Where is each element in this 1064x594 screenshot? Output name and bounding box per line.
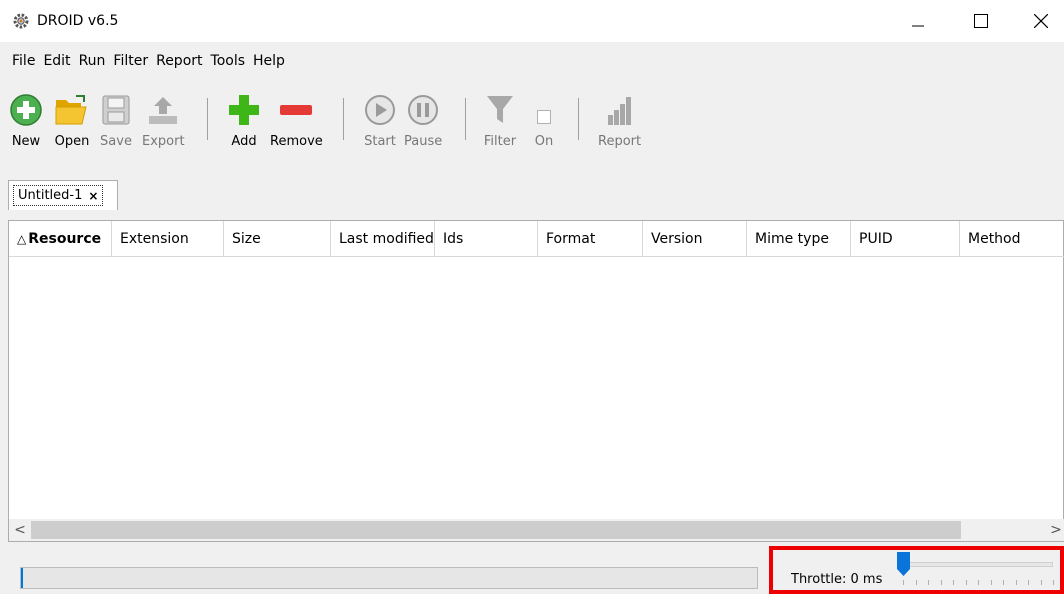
minimize-icon — [912, 25, 924, 27]
results-table: △ Resource Extension Size Last modified I… — [8, 220, 1064, 542]
remove-button[interactable]: Remove — [270, 90, 323, 149]
column-header-version[interactable]: Version — [643, 221, 747, 257]
slider-tick — [990, 580, 992, 585]
slider-tick — [978, 580, 979, 585]
filter-on-checkbox[interactable]: On — [526, 90, 562, 149]
tab-label: Untitled-1 — [18, 188, 83, 203]
export-icon — [145, 90, 181, 130]
horizontal-scrollbar[interactable]: < > — [9, 519, 1064, 541]
slider-tick — [1040, 580, 1042, 585]
slider-tick — [1003, 580, 1004, 585]
menu-filter[interactable]: Filter — [109, 50, 152, 72]
filter-button[interactable]: Filter — [482, 90, 518, 149]
plus-icon — [226, 90, 262, 130]
minimize-button[interactable] — [895, 0, 941, 42]
toolbar-separator — [465, 98, 466, 140]
throttle-slider-thumb[interactable] — [897, 552, 910, 577]
new-icon — [8, 90, 44, 130]
checkbox-icon — [526, 90, 562, 130]
gear-icon — [12, 12, 30, 30]
slider-tick — [953, 580, 954, 585]
toolbar-separator — [578, 98, 579, 140]
column-header-ids[interactable]: Ids — [435, 221, 538, 257]
slider-tick — [965, 580, 967, 585]
slider-tick — [940, 580, 942, 585]
slider-tick — [903, 580, 904, 585]
menu-report[interactable]: Report — [152, 50, 206, 72]
folder-open-icon — [54, 90, 90, 130]
slider-tick — [915, 580, 917, 585]
menu-help[interactable]: Help — [249, 50, 289, 72]
progress-fill — [21, 568, 23, 588]
menu-bar: File Edit Run Filter Report Tools Help — [0, 50, 289, 72]
pause-button[interactable]: Pause — [404, 90, 442, 149]
menu-file[interactable]: File — [8, 50, 39, 72]
start-button[interactable]: Start — [362, 90, 398, 149]
add-button[interactable]: Add — [226, 90, 262, 149]
progress-bar — [20, 567, 758, 589]
pause-icon — [405, 90, 441, 130]
save-icon — [98, 90, 134, 130]
scroll-thumb[interactable] — [31, 521, 961, 539]
column-header-last-modified[interactable]: Last modified — [331, 221, 435, 257]
column-header-resource[interactable]: △ Resource — [9, 221, 112, 257]
scroll-right-button[interactable]: > — [1045, 519, 1064, 541]
toolbar-separator — [343, 98, 344, 140]
scroll-left-button[interactable]: < — [9, 519, 31, 541]
throttle-highlight: Throttle: 0 ms — [769, 546, 1064, 594]
filter-icon — [482, 90, 518, 130]
column-header-extension[interactable]: Extension — [112, 221, 224, 257]
tab-label-container: Untitled-1 × — [13, 185, 104, 206]
close-button[interactable] — [1018, 0, 1064, 42]
toolbar: New Open Save Export Add Remove Start Pa… — [0, 90, 1064, 160]
close-icon — [1034, 14, 1048, 28]
slider-tick — [1015, 580, 1017, 585]
throttle-slider-track[interactable] — [903, 562, 1053, 567]
menu-tools[interactable]: Tools — [207, 50, 250, 72]
new-button[interactable]: New — [8, 90, 44, 149]
title-bar: DROID v6.5 — [0, 0, 1064, 42]
table-header: △ Resource Extension Size Last modified I… — [9, 221, 1064, 257]
throttle-label: Throttle: 0 ms — [791, 572, 883, 587]
maximize-button[interactable] — [958, 0, 1004, 42]
window-title: DROID v6.5 — [37, 13, 119, 29]
menu-edit[interactable]: Edit — [39, 50, 74, 72]
sort-ascending-icon: △ — [17, 232, 27, 246]
throttle-slider-ticks — [903, 580, 1054, 586]
play-icon — [362, 90, 398, 130]
column-header-size[interactable]: Size — [224, 221, 331, 257]
export-button[interactable]: Export — [142, 90, 185, 149]
maximize-icon — [974, 14, 988, 28]
save-button[interactable]: Save — [98, 90, 134, 149]
tab-untitled-1[interactable]: Untitled-1 × — [8, 180, 118, 210]
toolbar-separator — [207, 98, 208, 140]
minus-icon — [278, 90, 314, 130]
open-button[interactable]: Open — [54, 90, 90, 149]
tab-close-icon[interactable]: × — [88, 189, 98, 203]
slider-tick — [1053, 580, 1054, 585]
column-header-puid[interactable]: PUID — [851, 221, 960, 257]
column-header-format[interactable]: Format — [538, 221, 643, 257]
column-header-mime-type[interactable]: Mime type — [747, 221, 851, 257]
column-header-method[interactable]: Method — [960, 221, 1064, 257]
slider-tick — [1028, 580, 1029, 585]
report-button[interactable]: Report — [598, 90, 641, 149]
bar-chart-icon — [602, 90, 638, 130]
menu-run[interactable]: Run — [75, 50, 110, 72]
slider-tick — [928, 580, 929, 585]
